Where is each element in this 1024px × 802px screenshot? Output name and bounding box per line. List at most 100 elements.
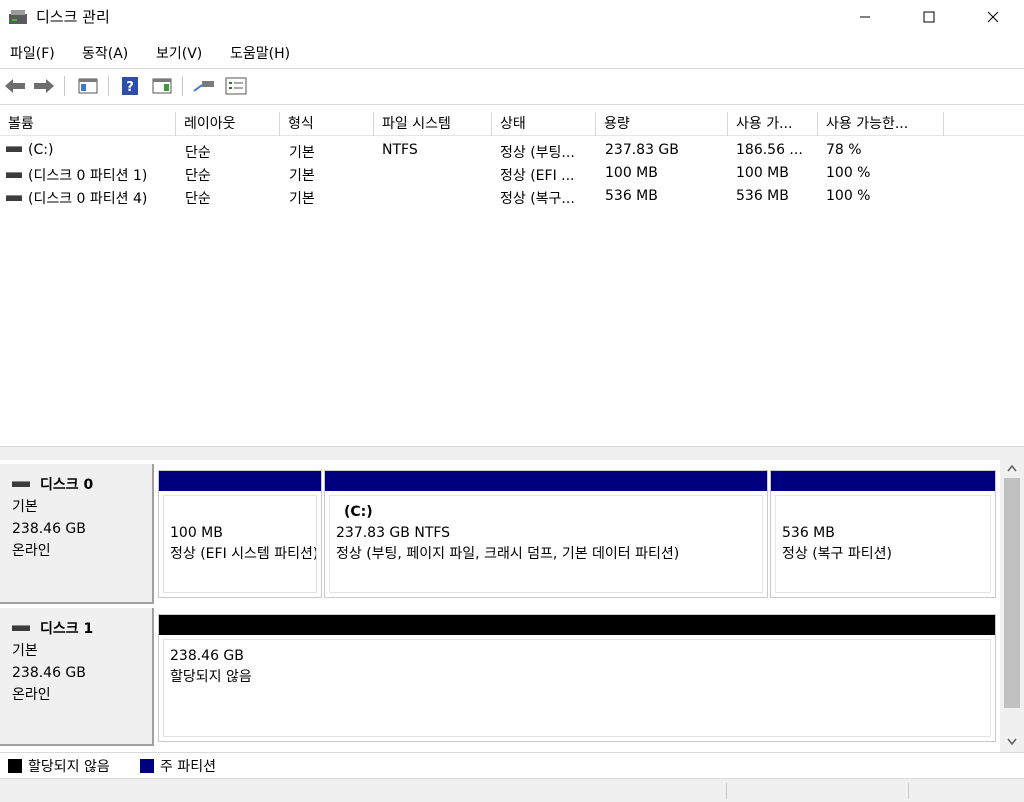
volume-type: 기본	[289, 191, 315, 207]
legend-label: 할당되지 않음	[28, 759, 110, 775]
legend-item-unallocated: 할당되지 않음	[8, 756, 110, 776]
volume-capacity: 100 MB	[605, 165, 658, 181]
status-bar	[0, 778, 1024, 802]
column-header-status[interactable]: 상태	[492, 112, 596, 136]
pane-splitter[interactable]	[0, 446, 1024, 460]
show-hide-action-pane-icon	[152, 78, 172, 94]
back-arrow-icon	[5, 79, 25, 93]
column-header-free-space[interactable]: 사용 가...	[728, 112, 818, 136]
column-header-type[interactable]: 형식	[280, 112, 374, 136]
volume-name: (디스크 0 파티션 4)	[28, 191, 148, 207]
scroll-up-icon[interactable]	[1007, 464, 1017, 472]
volume-layout: 단순	[185, 191, 211, 207]
volume-capacity: 237.83 GB	[605, 142, 679, 158]
disk-name: 디스크 1	[40, 621, 94, 637]
menu-bar: 파일(F) 동작(A) 보기(V) 도움말(H)	[0, 38, 1024, 66]
volume-type: 기본	[289, 145, 315, 161]
toolbar-separator	[108, 76, 109, 96]
volume-percent-free: 78 %	[826, 142, 862, 158]
volume-status: 정상 (EFI ...	[500, 168, 575, 184]
column-header-layout[interactable]: 레이아웃	[176, 112, 280, 136]
console-tree-button[interactable]	[76, 74, 100, 98]
volume-free-space: 100 MB	[736, 165, 789, 181]
disk-1-unallocated[interactable]: 238.46 GB 할당되지 않음	[158, 614, 996, 742]
menu-action[interactable]: 동작(A)	[82, 43, 128, 63]
back-button[interactable]	[3, 74, 27, 98]
menu-file[interactable]: 파일(F)	[10, 43, 55, 63]
volume-list: 볼륨 레이아웃 형식 파일 시스템 상태 용량 사용 가... 사용 가능한..…	[0, 110, 1024, 446]
partition-size: 536 MB	[782, 525, 835, 541]
partition-status: 할당되지 않음	[170, 669, 252, 685]
column-header-volume[interactable]: 볼륨	[0, 112, 176, 136]
column-header-file-system[interactable]: 파일 시스템	[374, 112, 492, 136]
volume-list-header: 볼륨 레이아웃 형식 파일 시스템 상태 용량 사용 가... 사용 가능한..…	[0, 112, 1024, 136]
maximize-icon	[923, 11, 935, 23]
unallocated-bar	[159, 615, 995, 635]
partition-status: 정상 (EFI 시스템 파티션)	[170, 546, 317, 562]
volume-capacity: 536 MB	[605, 188, 658, 204]
minimize-icon	[860, 16, 870, 18]
partition-name	[782, 502, 990, 523]
disk-volume-icon	[6, 172, 22, 178]
disk-size: 238.46 GB	[12, 665, 86, 681]
partition-size: 238.46 GB	[170, 648, 244, 664]
volume-name: (디스크 0 파티션 1)	[28, 168, 148, 184]
vertical-scrollbar[interactable]	[1000, 460, 1024, 752]
menu-view[interactable]: 보기(V)	[156, 43, 202, 63]
partition-status: 정상 (복구 파티션)	[782, 546, 892, 562]
properties-icon	[225, 77, 247, 95]
maximize-button[interactable]	[906, 0, 952, 34]
disk-type: 기본	[12, 499, 38, 515]
connect-icon	[193, 81, 214, 92]
disk-0-partition-recovery[interactable]: 536 MB 정상 (복구 파티션)	[770, 470, 996, 598]
disk-0-partition-efi[interactable]: 100 MB 정상 (EFI 시스템 파티션)	[158, 470, 322, 598]
action-pane-button[interactable]	[150, 74, 174, 98]
status-separator	[908, 783, 909, 799]
disk-icon	[12, 481, 30, 487]
scroll-down-icon[interactable]	[1007, 738, 1017, 746]
volume-row[interactable]: (디스크 0 파티션 1) 단순 기본 정상 (EFI ... 100 MB 1…	[0, 163, 1024, 186]
menu-help[interactable]: 도움말(H)	[230, 43, 290, 63]
scrollbar-thumb[interactable]	[1004, 478, 1020, 708]
disk-1-label[interactable]: 디스크 1 기본 238.46 GB 온라인	[0, 608, 154, 746]
primary-partition-bar	[325, 471, 767, 491]
volume-row[interactable]: (C:) 단순 기본 NTFS 정상 (부팅... 237.83 GB 186.…	[0, 140, 1024, 163]
partition-size: 100 MB	[170, 525, 223, 541]
close-button[interactable]	[970, 0, 1016, 34]
toolbar-separator	[64, 76, 65, 96]
volume-free-space: 186.56 ...	[736, 142, 803, 158]
properties-button[interactable]	[224, 74, 248, 98]
minimize-button[interactable]	[842, 0, 888, 34]
connect-button[interactable]	[192, 74, 216, 98]
legend-swatch	[140, 759, 154, 773]
column-header-percent-free[interactable]: 사용 가능한...	[818, 112, 944, 136]
disk-name: 디스크 0	[40, 477, 94, 493]
primary-partition-bar	[159, 471, 321, 491]
legend: 할당되지 않음 주 파티션	[0, 752, 1024, 778]
volume-percent-free: 100 %	[826, 165, 871, 181]
title-bar: 디스크 관리	[0, 0, 1024, 34]
volume-name: (C:)	[28, 142, 54, 158]
volume-percent-free: 100 %	[826, 188, 871, 204]
partition-name	[170, 502, 316, 523]
disk-volume-icon	[6, 195, 22, 201]
volume-file-system: NTFS	[382, 142, 418, 158]
volume-row[interactable]: (디스크 0 파티션 4) 단순 기본 정상 (복구... 536 MB 536…	[0, 186, 1024, 209]
window-title: 디스크 관리	[36, 8, 110, 26]
help-button[interactable]: ?	[118, 74, 142, 98]
toolbar-separator-line	[0, 104, 1024, 105]
toolbar: ?	[0, 70, 1024, 102]
status-separator	[726, 783, 727, 799]
svg-text:?: ?	[126, 80, 134, 95]
menu-separator	[0, 68, 1024, 69]
forward-button[interactable]	[32, 74, 56, 98]
disk-0-label[interactable]: 디스크 0 기본 238.46 GB 온라인	[0, 464, 154, 604]
legend-label: 주 파티션	[160, 759, 216, 775]
volume-status: 정상 (복구...	[500, 191, 575, 207]
disk-0-partition-c[interactable]: (C:) 237.83 GB NTFS 정상 (부팅, 페이지 파일, 크래시 …	[324, 470, 768, 598]
partition-size: 237.83 GB NTFS	[336, 525, 451, 541]
column-header-capacity[interactable]: 용량	[596, 112, 728, 136]
volume-type: 기본	[289, 168, 315, 184]
disk-volume-icon	[6, 146, 22, 152]
legend-item-primary: 주 파티션	[140, 756, 216, 776]
